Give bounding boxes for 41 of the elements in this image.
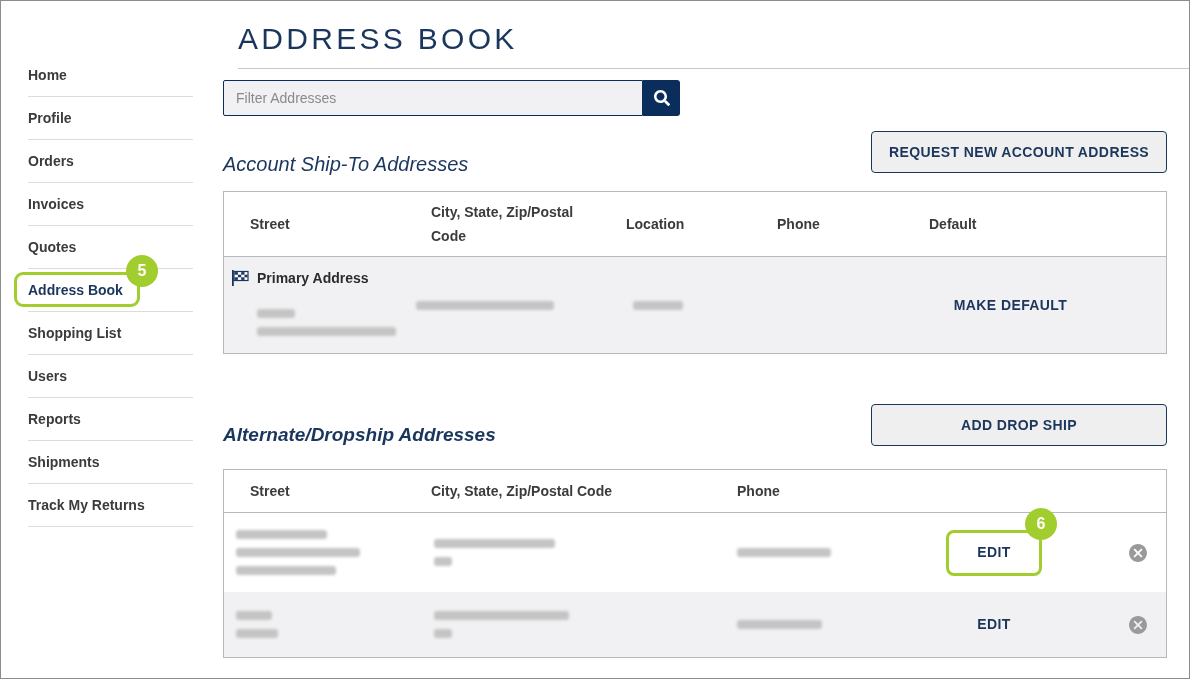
redacted-text [434,629,452,638]
column-header: Phone [777,216,820,232]
column-header: Street [250,216,290,232]
edit-link[interactable]: EDIT [973,614,1015,635]
edit-link[interactable]: EDIT [973,542,1015,563]
action-button[interactable]: ADD DROP SHIP [871,404,1167,446]
filter-input[interactable]: Filter Addresses [223,80,643,116]
sidebar-link[interactable]: Users [28,367,67,385]
column-header: Location [626,216,685,232]
column-header: Street [250,483,290,499]
section-heading: Account Ship-To Addresses [223,152,469,176]
sidebar-link[interactable]: Quotes [28,238,77,256]
sidebar-link[interactable]: Orders [28,152,74,170]
redacted-text [236,629,278,638]
section-heading: Alternate/Dropship Addresses [223,423,496,447]
checkered-flag-icon [231,270,249,286]
delete-icon[interactable] [1127,541,1149,564]
make-default-link[interactable]: MAKE DEFAULT [953,294,1068,316]
delete-icon[interactable] [1127,613,1149,636]
search-button[interactable] [643,80,680,116]
column-header: City, State, Zip/Postal Code [431,483,612,499]
sidebar-link[interactable]: Shipments [28,453,100,471]
redacted-text [434,557,452,566]
sidebar-link[interactable]: Invoices [28,195,85,213]
action-button[interactable]: REQUEST NEW ACCOUNT ADDRESS [871,131,1167,173]
sidebar-link[interactable]: Reports [28,410,81,428]
column-header: Phone [737,483,780,499]
sidebar-link[interactable]: Address Book [28,281,123,299]
redacted-text [633,300,683,310]
redacted-text [257,308,295,318]
primary-address-label: Primary Address [257,268,369,288]
sidebar-link[interactable]: Track My Returns [28,496,145,514]
redacted-text [236,611,272,620]
callout-badge: 5 [125,255,158,287]
sidebar-link[interactable]: Profile [28,109,72,127]
search-icon [653,90,670,106]
sidebar-link[interactable]: Shopping List [28,324,122,342]
sidebar-link[interactable]: Home [28,66,67,84]
column-header: Default [929,216,977,232]
column-header: City, State, Zip/Postal Code [431,204,574,244]
page-title: ADDRESS BOOK [238,21,518,57]
